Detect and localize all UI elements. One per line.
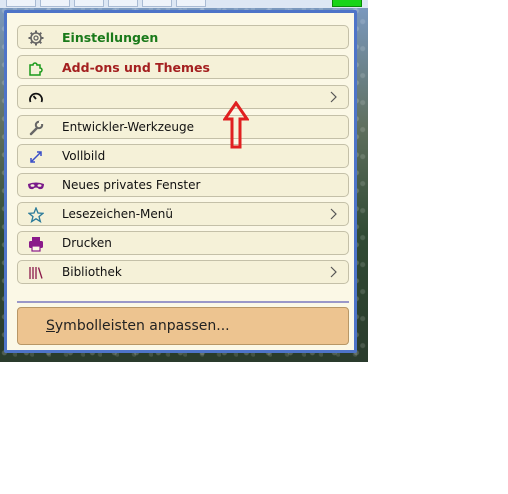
fullscreen-arrow-icon xyxy=(27,148,45,166)
menu-item-fullscreen[interactable]: Vollbild xyxy=(17,144,349,168)
library-icon xyxy=(27,264,45,282)
status-indicator xyxy=(332,0,362,7)
menu-item-print[interactable]: Drucken xyxy=(17,231,349,255)
menu-item-label: Drucken xyxy=(62,236,112,250)
menu-item-label: Einstellungen xyxy=(62,30,159,45)
menu-item-label: Bibliothek xyxy=(62,265,122,279)
gear-icon xyxy=(27,29,45,47)
menu-item-label: Entwickler-Werkzeuge xyxy=(62,120,195,134)
toolbar-button[interactable] xyxy=(74,0,104,7)
accesskey-letter: S xyxy=(46,318,55,334)
chevron-right-icon xyxy=(330,91,337,103)
bookmark-star-icon xyxy=(27,206,45,224)
private-mask-icon xyxy=(27,177,45,195)
menu-item-addons[interactable]: Add-ons und Themes xyxy=(17,55,349,79)
toolbar-strip xyxy=(0,0,368,8)
toolbar-button[interactable] xyxy=(6,0,36,7)
chevron-right-icon xyxy=(330,266,337,278)
toolbar-button[interactable] xyxy=(108,0,138,7)
customize-label: Symbolleisten anpassen... xyxy=(46,318,230,334)
toolbar-button[interactable] xyxy=(176,0,206,7)
puzzle-icon xyxy=(27,59,45,77)
menu-item-developer-tools[interactable]: Entwickler-Werkzeuge xyxy=(17,115,349,139)
annotation-up-arrow-icon xyxy=(223,101,249,149)
chevron-right-icon xyxy=(330,208,337,220)
customize-label-rest: ymbolleisten anpassen... xyxy=(54,318,230,334)
menu-item-settings[interactable]: Einstellungen xyxy=(17,25,349,49)
menu-item-label: Add-ons und Themes xyxy=(62,60,210,75)
menu-item-library[interactable]: Bibliothek xyxy=(17,260,349,284)
customize-toolbar-button[interactable]: Symbolleisten anpassen... xyxy=(17,307,349,345)
menu-item-label: Lesezeichen-Menü xyxy=(62,207,173,221)
menu-item-bookmarks[interactable]: Lesezeichen-Menü xyxy=(17,202,349,226)
menu-item-private-window[interactable]: Neues privates Fenster xyxy=(17,173,349,197)
menu-item-label: Vollbild xyxy=(62,149,106,163)
speedometer-icon xyxy=(27,89,45,107)
toolbar-button[interactable] xyxy=(40,0,70,7)
app-menu-panel: Einstellungen Add-ons und Themes Entwick… xyxy=(4,10,357,353)
menu-item-performance[interactable] xyxy=(17,85,349,109)
printer-icon xyxy=(27,235,45,253)
menu-separator xyxy=(17,301,349,303)
toolbar-button[interactable] xyxy=(142,0,172,7)
wrench-icon xyxy=(27,119,45,137)
menu-item-label: Neues privates Fenster xyxy=(62,178,201,192)
